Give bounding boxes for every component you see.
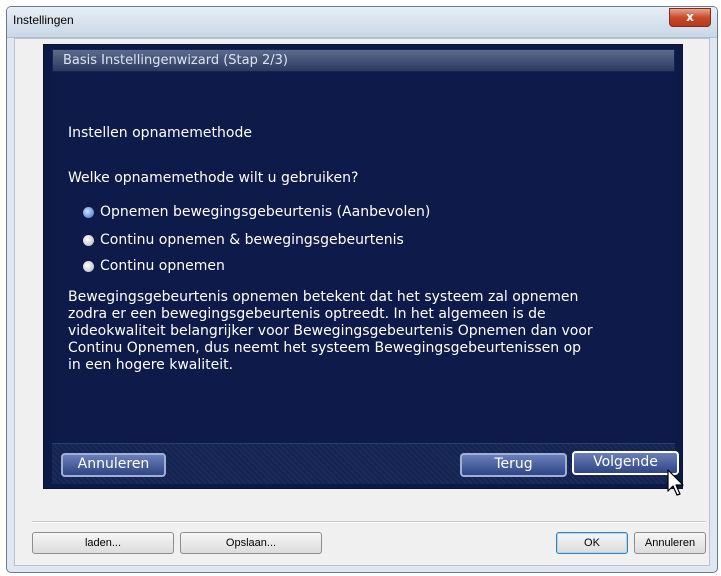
section-title: Instellen opnamemethode xyxy=(68,125,252,141)
save-button[interactable]: Opslaan... xyxy=(180,532,322,554)
close-button[interactable]: x xyxy=(669,8,711,27)
title-bar[interactable]: Instellingen x xyxy=(7,7,717,38)
mouse-cursor-icon xyxy=(667,469,684,496)
option-label-motion-event[interactable]: Opnemen bewegingsgebeurtenis (Aanbevolen… xyxy=(100,204,430,220)
method-description: Bewegingsgebeurtenis opnemen betekent da… xyxy=(68,289,593,373)
wizard-header: Basis Instellingenwizard (Stap 2/3) xyxy=(52,49,675,72)
cancel-button[interactable]: Annuleren xyxy=(634,532,706,554)
radio-continuous-and-motion[interactable] xyxy=(83,235,94,246)
radio-continuous[interactable] xyxy=(83,261,94,272)
wizard-next-button[interactable]: Volgende xyxy=(572,451,679,475)
wizard-step-title: Basis Instellingenwizard (Stap 2/3) xyxy=(63,53,288,68)
question-label: Welke opnamemethode wilt u gebruiken? xyxy=(68,170,359,186)
wizard-back-button[interactable]: Terug xyxy=(460,453,567,477)
option-label-continuous[interactable]: Continu opnemen xyxy=(100,258,225,274)
option-label-continuous-and-motion[interactable]: Continu opnemen & bewegingsgebeurtenis xyxy=(100,232,404,248)
radio-motion-event[interactable] xyxy=(83,207,94,218)
wizard-cancel-button[interactable]: Annuleren xyxy=(61,453,166,477)
ok-button[interactable]: OK xyxy=(556,532,628,554)
footer-separator xyxy=(32,521,706,523)
load-button[interactable]: laden... xyxy=(32,532,174,554)
window-title: Instellingen xyxy=(13,13,74,27)
